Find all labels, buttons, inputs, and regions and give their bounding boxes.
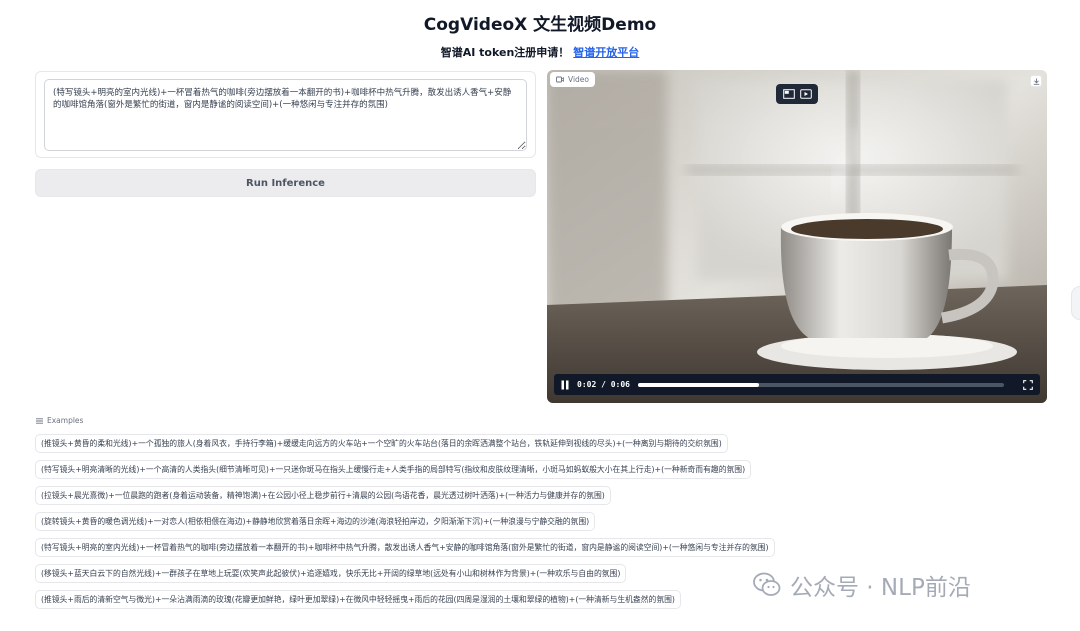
- page-subtitle: 智谱AI token注册申请！ 智谱开放平台: [0, 44, 1080, 60]
- video-time: 0:02 / 0:06: [577, 380, 630, 389]
- download-icon: [1033, 78, 1039, 85]
- cast-icon[interactable]: [799, 89, 812, 99]
- video-player[interactable]: Video 0:02 / 0:06: [547, 70, 1047, 403]
- wechat-icon: [753, 572, 781, 596]
- video-tag-label: Video: [568, 75, 590, 84]
- register-text: 智谱AI token注册申请！: [440, 46, 570, 59]
- example-item[interactable]: (特写镜头+明亮清晰的光线)+一个高清的人类指头(细节清晰可见)+一只迷你斑马在…: [35, 460, 752, 479]
- pip-icon[interactable]: [782, 89, 795, 99]
- video-progress-bar[interactable]: [637, 382, 1004, 387]
- example-item[interactable]: (推镜头+雨后的清新空气与微光)+一朵沾满雨滴的玫瑰(花瓣更加鲜艳，绿叶更加翠绿…: [35, 590, 681, 609]
- examples-header: Examples: [36, 416, 83, 425]
- video-camera-icon: [556, 76, 564, 83]
- example-item[interactable]: (移镜头+蓝天白云下的自然光线)+一群孩子在草地上玩耍(欢笑声此起彼伏)+追逐嬉…: [35, 564, 627, 583]
- watermark: 公众号 · NLP前沿: [752, 568, 971, 602]
- prompt-panel: (特写镜头+明亮的室内光线)+一杯冒着热气的咖啡(旁边摆放着一本翻开的书)+咖啡…: [35, 71, 536, 158]
- example-item[interactable]: (旋转镜头+黄昏的暖色调光线)+一对恋人(相依相偎在海边)+静静地欣赏着落日余晖…: [35, 512, 596, 531]
- prompt-input[interactable]: (特写镜头+明亮的室内光线)+一杯冒着热气的咖啡(旁边摆放着一本翻开的书)+咖啡…: [44, 79, 527, 151]
- register-link[interactable]: 智谱开放平台: [573, 46, 639, 59]
- fullscreen-icon: [1023, 379, 1033, 390]
- watermark-text: 公众号 · NLP前沿: [790, 575, 971, 601]
- side-scroll-handle[interactable]: [1071, 286, 1080, 320]
- run-inference-button[interactable]: Run Inference: [35, 169, 536, 197]
- pause-icon[interactable]: [561, 380, 569, 390]
- video-controls: 0:02 / 0:06: [554, 374, 1040, 395]
- download-button[interactable]: [1030, 75, 1042, 87]
- video-mini-toolbar: [776, 84, 818, 104]
- fullscreen-button[interactable]: [1023, 379, 1033, 390]
- examples-label: Examples: [47, 416, 84, 425]
- example-item[interactable]: (拉镜头+晨光熹微)+一位晨跑的跑者(身着运动装备，精神饱满)+在公园小径上稳步…: [35, 486, 611, 505]
- video-frame: [547, 70, 1047, 403]
- list-icon: [36, 417, 43, 424]
- video-progress-fill: [637, 382, 759, 387]
- page-title: CogVideoX 文生视频Demo: [423, 15, 657, 35]
- example-item[interactable]: (推镜头+黄昏的柔和光线)+一个孤独的旅人(身着风衣，手持行李箱)+缓缓走向远方…: [35, 434, 728, 453]
- example-item[interactable]: (特写镜头+明亮的室内光线)+一杯冒着热气的咖啡(旁边摆放着一本翻开的书)+咖啡…: [35, 538, 775, 557]
- video-tag: Video: [550, 72, 596, 87]
